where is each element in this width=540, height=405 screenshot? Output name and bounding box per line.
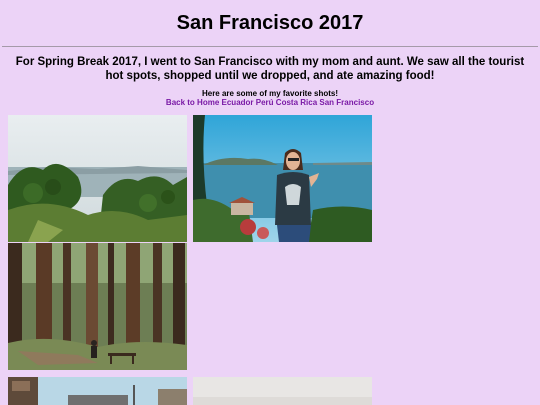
bay-view-photo — [8, 115, 187, 242]
intro-paragraph: For Spring Break 2017, I went to San Fra… — [15, 56, 525, 82]
nav-link-san-francisco[interactable]: San Francisco — [319, 98, 374, 107]
page-title: San Francisco 2017 — [176, 12, 364, 34]
person-at-overlook-photo — [193, 115, 372, 242]
nav-link-costa-rica[interactable]: Costa Rica — [276, 98, 317, 107]
building-photo — [8, 377, 187, 405]
redwood-forest-photo — [8, 243, 187, 370]
header-divider — [2, 46, 538, 47]
nav-links: Back to Home Ecuador Perú Costa Rica San… — [0, 98, 540, 108]
nav-link-ecuador[interactable]: Ecuador — [222, 98, 254, 107]
nav-link-peru[interactable]: Perú — [256, 98, 274, 107]
nav-link-home[interactable]: Back to Home — [166, 98, 219, 107]
light-gray-photo — [193, 377, 372, 405]
